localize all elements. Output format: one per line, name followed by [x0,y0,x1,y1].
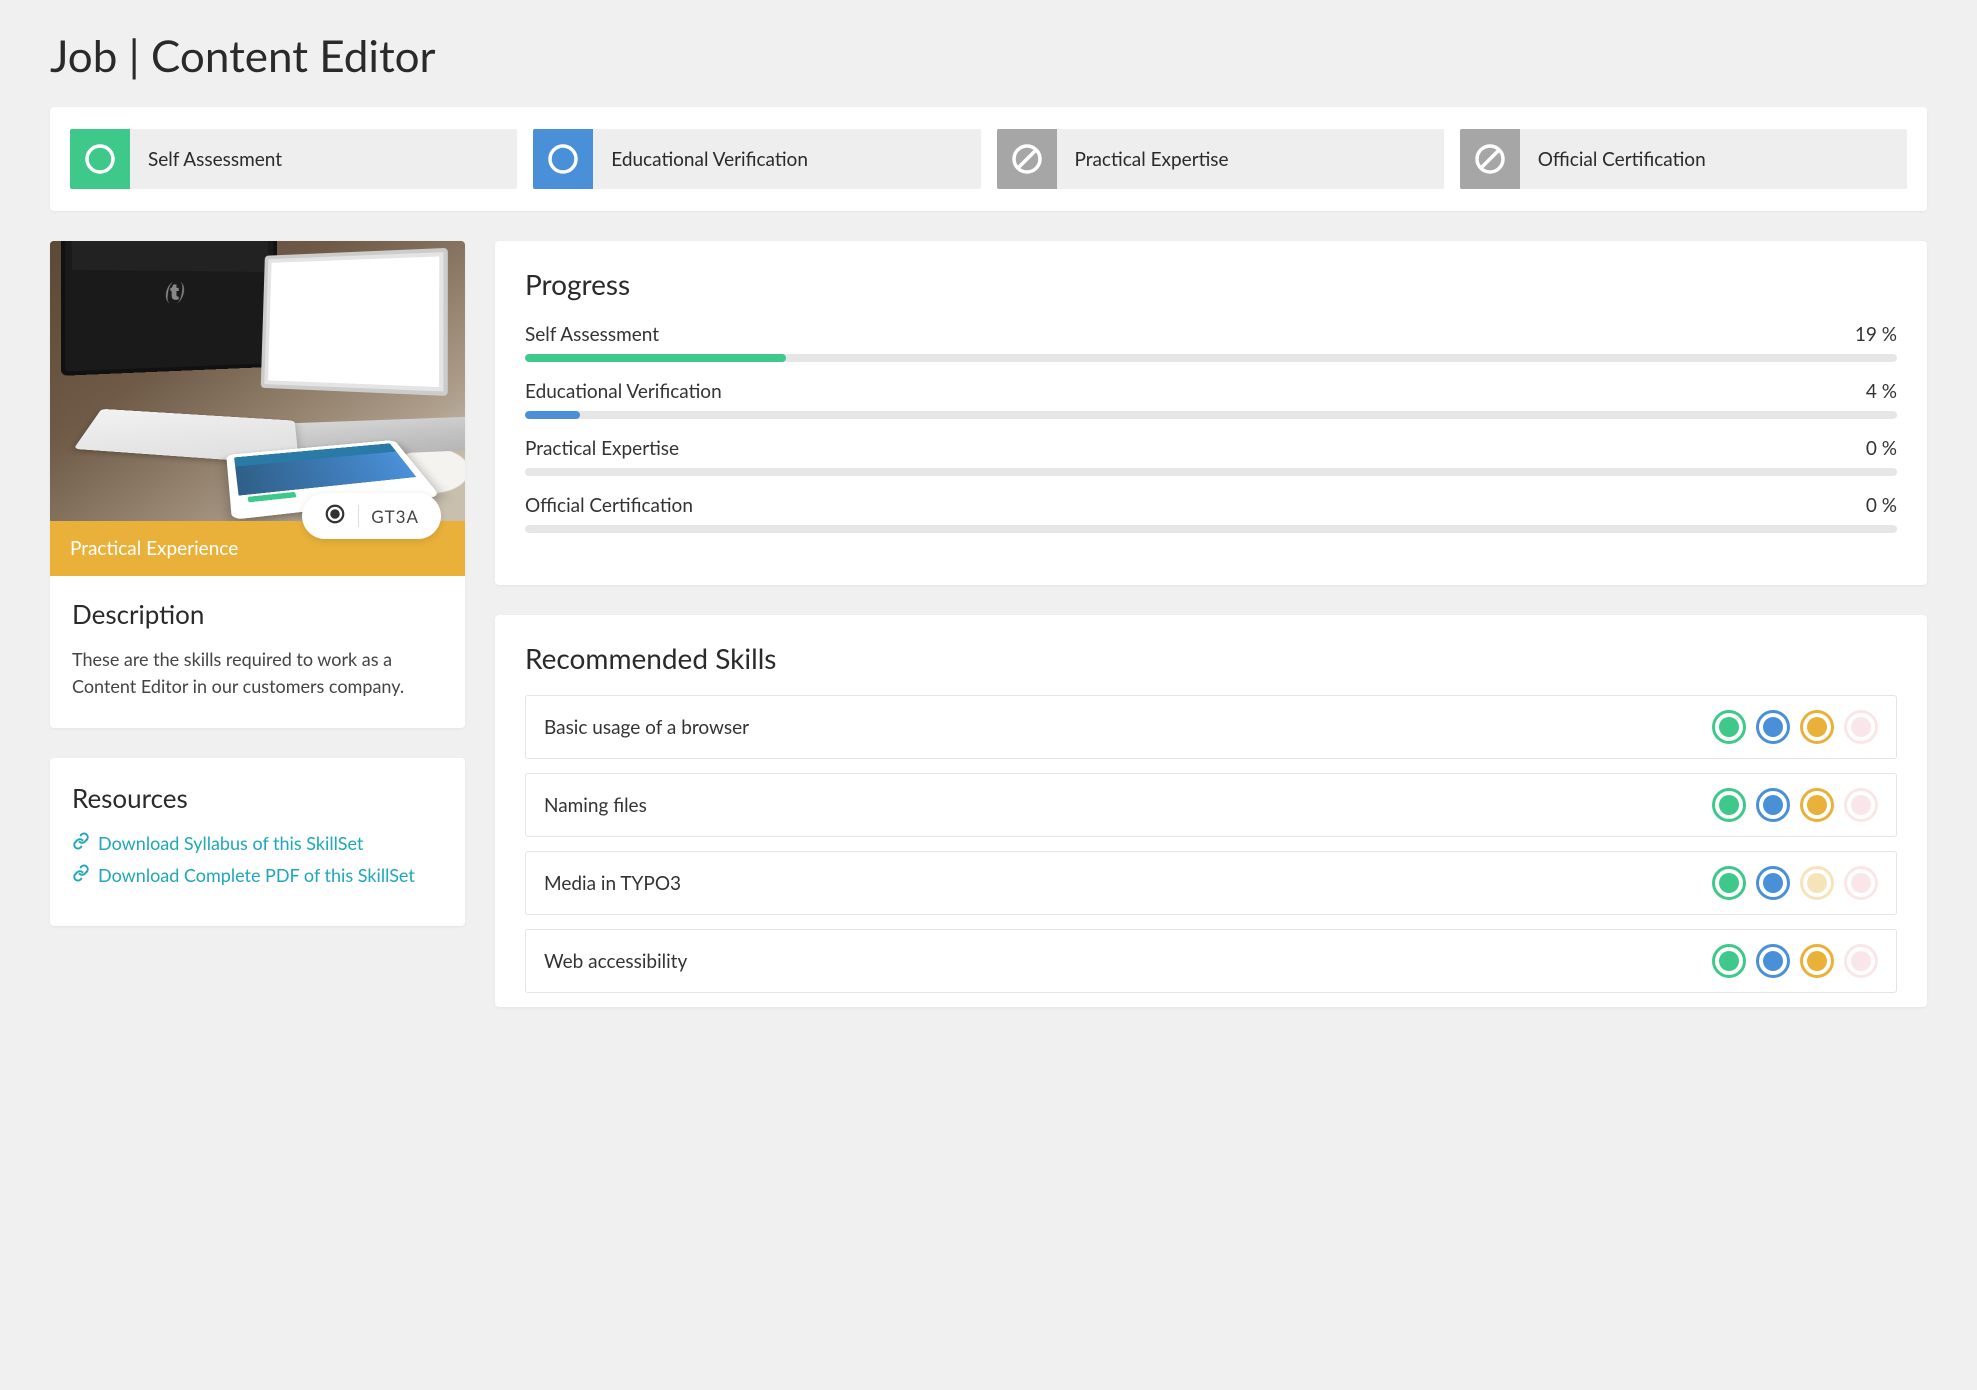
progress-label: Self Assessment [525,323,659,346]
progress-label: Official Certification [525,494,693,517]
progress-bar-fill [525,354,786,362]
skillset-info-card:  Practical Experience GT3A [50,241,465,728]
progress-label: Practical Expertise [525,437,679,460]
progress-bar-track [525,525,1897,533]
progress-row: Practical Expertise 0 % [525,437,1897,476]
progress-row: Official Certification 0 % [525,494,1897,533]
status-dot-yellow[interactable] [1800,866,1834,900]
progress-bar-track [525,411,1897,419]
skill-dots [1712,944,1878,978]
status-dot-pink[interactable] [1844,788,1878,822]
tab-label: Self Assessment [130,148,300,171]
skillset-badge: GT3A [302,493,441,539]
progress-percent: 19 % [1855,323,1897,346]
eye-icon [324,503,346,529]
status-dot-blue[interactable] [1756,866,1790,900]
status-dot-pink[interactable] [1844,710,1878,744]
status-dot-yellow[interactable] [1800,944,1834,978]
skill-dots [1712,866,1878,900]
skillset-image:  [50,241,465,521]
tab-self-assessment[interactable]: Self Assessment [70,129,517,189]
skill-name: Web accessibility [544,950,687,973]
status-dot-green[interactable] [1712,944,1746,978]
tab-official-certification[interactable]: Official Certification [1460,129,1907,189]
tab-practical-expertise[interactable]: Practical Expertise [997,129,1444,189]
status-dot-green[interactable] [1712,788,1746,822]
skill-row[interactable]: Basic usage of a browser [525,695,1897,759]
skills-card: Recommended Skills Basic usage of a brow… [495,615,1927,1007]
tab-label: Practical Expertise [1057,148,1247,171]
status-dot-yellow[interactable] [1800,788,1834,822]
status-dot-pink[interactable] [1844,866,1878,900]
skill-row[interactable]: Media in TYPO3 [525,851,1897,915]
skillset-banner: Practical Experience GT3A [50,521,465,576]
banner-label: Practical Experience [70,537,238,560]
skills-heading: Recommended Skills [525,641,1897,675]
skill-dots [1712,710,1878,744]
progress-bar-track [525,468,1897,476]
progress-row: Self Assessment 19 % [525,323,1897,362]
skill-row[interactable]: Naming files [525,773,1897,837]
progress-percent: 4 % [1866,380,1897,403]
status-dot-green[interactable] [1712,866,1746,900]
badge-code: GT3A [371,506,419,527]
status-dot-blue[interactable] [1756,944,1790,978]
progress-bar-fill [525,411,580,419]
resource-link[interactable]: Download Syllabus of this SkillSet [72,832,443,854]
progress-row: Educational Verification 4 % [525,380,1897,419]
resource-link-label: Download Complete PDF of this SkillSet [98,864,415,886]
status-dot-green[interactable] [1712,710,1746,744]
tab-label: Official Certification [1520,148,1724,171]
status-dot-pink[interactable] [1844,944,1878,978]
progress-percent: 0 % [1866,437,1897,460]
circle-icon [533,129,593,189]
tab-label: Educational Verification [593,148,826,171]
disabled-icon [1460,129,1520,189]
page-title: Job | Content Editor [50,30,1927,82]
skill-name: Media in TYPO3 [544,872,681,895]
description-text: These are the skills required to work as… [72,646,443,700]
progress-percent: 0 % [1866,494,1897,517]
status-dot-yellow[interactable] [1800,710,1834,744]
status-dot-blue[interactable] [1756,788,1790,822]
resources-card: Resources Download Syllabus of this Skil… [50,758,465,926]
progress-label: Educational Verification [525,380,722,403]
status-dot-blue[interactable] [1756,710,1790,744]
progress-heading: Progress [525,267,1897,301]
resources-heading: Resources [72,782,443,814]
tab-educational-verification[interactable]: Educational Verification [533,129,980,189]
skill-dots [1712,788,1878,822]
resource-link-label: Download Syllabus of this SkillSet [98,832,363,854]
disabled-icon [997,129,1057,189]
skill-row[interactable]: Web accessibility [525,929,1897,993]
description-heading: Description [72,598,443,630]
progress-card: Progress Self Assessment 19 % Educational … [495,241,1927,585]
resource-link[interactable]: Download Complete PDF of this SkillSet [72,864,443,886]
link-icon [72,832,90,854]
progress-bar-track [525,354,1897,362]
skill-name: Basic usage of a browser [544,716,749,739]
link-icon [72,864,90,886]
skill-name: Naming files [544,794,647,817]
tabs-bar: Self Assessment Educational Verification P… [50,107,1927,211]
circle-icon [70,129,130,189]
